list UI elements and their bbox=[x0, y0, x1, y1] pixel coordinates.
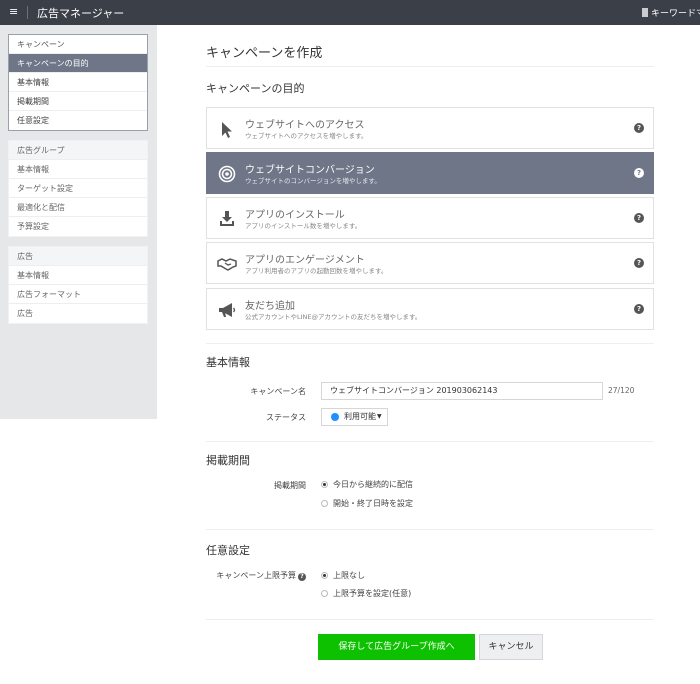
objective-title: ウェブサイトコンバージョン bbox=[245, 165, 375, 176]
document-icon bbox=[642, 8, 648, 17]
campaign-name-label: キャンペーン名 bbox=[250, 387, 306, 396]
help-icon[interactable]: ? bbox=[634, 168, 644, 178]
help-icon[interactable]: ? bbox=[634, 213, 644, 223]
budget-label-row: キャンペーン上限予算? bbox=[216, 570, 306, 581]
sidebar-item-ad-format[interactable]: 広告フォーマット bbox=[9, 285, 147, 304]
char-count: 27/120 bbox=[608, 386, 635, 395]
basic-info-heading: 基本情報 bbox=[206, 356, 250, 369]
period-option-continuous[interactable]: 今日から継続的に配信 bbox=[333, 479, 413, 490]
download-icon bbox=[217, 209, 237, 229]
campaign-name-input[interactable]: ウェブサイトコンバージョン 201903062143 bbox=[321, 382, 603, 400]
sidebar-group-adgroup: 広告グループ 基本情報 ターゲット設定 最適化と配信 予算設定 bbox=[8, 140, 148, 237]
objective-subtitle: アプリのインストール数を増やします。 bbox=[245, 222, 362, 230]
help-icon[interactable]: ? bbox=[634, 304, 644, 314]
objective-heading: キャンペーンの目的 bbox=[206, 82, 305, 95]
budget-option-unlimited[interactable]: 上限なし bbox=[333, 570, 365, 581]
objective-title: アプリのインストール bbox=[245, 210, 345, 221]
topbar-divider bbox=[27, 6, 28, 19]
objective-website-conversion[interactable]: ウェブサイトコンバージョン ウェブサイトのコンバージョンを増やします。 ? bbox=[206, 152, 654, 194]
divider bbox=[206, 66, 654, 67]
radio-budget-unlimited[interactable] bbox=[321, 572, 328, 579]
objective-subtitle: アプリ利用者のアプリの起動回数を増やします。 bbox=[245, 267, 388, 275]
keyword-tool-link[interactable]: キーワードマ bbox=[642, 6, 700, 19]
divider bbox=[206, 441, 654, 442]
sidebar-header-campaign[interactable]: キャンペーン bbox=[9, 35, 147, 54]
divider bbox=[206, 619, 654, 620]
help-icon[interactable]: ? bbox=[298, 573, 306, 581]
sidebar-item-campaign-basic[interactable]: 基本情報 bbox=[9, 73, 147, 92]
cancel-button[interactable]: キャンセル bbox=[479, 634, 543, 660]
period-heading: 掲載期間 bbox=[206, 454, 250, 467]
handshake-icon bbox=[217, 254, 237, 274]
sidebar-item-campaign-period[interactable]: 掲載期間 bbox=[9, 92, 147, 111]
sidebar-item-campaign-objective[interactable]: キャンペーンの目的 bbox=[9, 54, 147, 73]
save-and-create-adgroup-button[interactable]: 保存して広告グループ作成へ bbox=[318, 634, 475, 660]
budget-option-limit[interactable]: 上限予算を設定(任意) bbox=[333, 588, 411, 599]
hamburger-menu-icon[interactable]: ≡ bbox=[9, 5, 18, 18]
radio-period-range[interactable] bbox=[321, 500, 328, 507]
sidebar-group-campaign: キャンペーン キャンペーンの目的 基本情報 掲載期間 任意設定 bbox=[8, 34, 148, 131]
sidebar-item-ad[interactable]: 広告 bbox=[9, 304, 147, 323]
top-bar: ≡ 広告マネージャー キーワードマ bbox=[0, 0, 700, 25]
divider bbox=[206, 343, 654, 344]
sidebar-header-adgroup: 広告グループ bbox=[9, 141, 147, 160]
help-icon[interactable]: ? bbox=[634, 258, 644, 268]
status-label: ステータス bbox=[266, 413, 306, 422]
radio-period-continuous[interactable] bbox=[321, 481, 328, 488]
objective-title: 友だち追加 bbox=[245, 301, 295, 312]
objective-subtitle: ウェブサイトへのアクセスを増やします。 bbox=[245, 132, 368, 140]
objective-subtitle: 公式アカウントやLINE@アカウントの友だちを増やします。 bbox=[245, 313, 422, 321]
status-dot-icon bbox=[331, 413, 339, 421]
sidebar-header-ad: 広告 bbox=[9, 247, 147, 266]
period-option-range[interactable]: 開始・終了日時を設定 bbox=[333, 498, 413, 509]
sidebar-item-adgroup-optimization[interactable]: 最適化と配信 bbox=[9, 198, 147, 217]
budget-label: キャンペーン上限予算 bbox=[216, 571, 296, 580]
status-dropdown[interactable]: 利用可能 ▼ bbox=[321, 408, 388, 426]
optional-heading: 任意設定 bbox=[206, 544, 250, 557]
target-icon bbox=[217, 164, 237, 184]
sidebar-item-adgroup-budget[interactable]: 予算設定 bbox=[9, 217, 147, 236]
cursor-icon bbox=[217, 119, 237, 139]
megaphone-icon bbox=[217, 300, 237, 320]
objective-title: アプリのエンゲージメント bbox=[245, 255, 365, 266]
sidebar-item-ad-basic[interactable]: 基本情報 bbox=[9, 266, 147, 285]
radio-budget-limit[interactable] bbox=[321, 590, 328, 597]
sidebar-item-adgroup-target[interactable]: ターゲット設定 bbox=[9, 179, 147, 198]
objective-app-install[interactable]: アプリのインストール アプリのインストール数を増やします。 ? bbox=[206, 197, 654, 239]
divider bbox=[206, 529, 654, 530]
chevron-down-icon: ▼ bbox=[377, 413, 382, 420]
app-title: 広告マネージャー bbox=[37, 7, 125, 20]
sidebar-item-adgroup-basic[interactable]: 基本情報 bbox=[9, 160, 147, 179]
status-value: 利用可能 bbox=[344, 412, 376, 421]
main-content: キャンペーンを作成 キャンペーンの目的 ウェブサイトへのアクセス ウェブサイトへ… bbox=[157, 25, 700, 684]
objective-title: ウェブサイトへのアクセス bbox=[245, 120, 365, 131]
objective-website-access[interactable]: ウェブサイトへのアクセス ウェブサイトへのアクセスを増やします。 ? bbox=[206, 107, 654, 149]
page-title: キャンペーンを作成 bbox=[206, 46, 323, 61]
sidebar-item-campaign-optional[interactable]: 任意設定 bbox=[9, 111, 147, 130]
help-icon[interactable]: ? bbox=[634, 123, 644, 133]
period-label: 掲載期間 bbox=[274, 481, 306, 490]
keyword-tool-label: キーワードマ bbox=[651, 9, 700, 19]
sidebar-group-ad: 広告 基本情報 広告フォーマット 広告 bbox=[8, 246, 148, 324]
sidebar: キャンペーン キャンペーンの目的 基本情報 掲載期間 任意設定 広告グループ 基… bbox=[0, 25, 157, 419]
objective-subtitle: ウェブサイトのコンバージョンを増やします。 bbox=[245, 177, 381, 185]
objective-add-friends[interactable]: 友だち追加 公式アカウントやLINE@アカウントの友だちを増やします。 ? bbox=[206, 288, 654, 330]
objective-app-engagement[interactable]: アプリのエンゲージメント アプリ利用者のアプリの起動回数を増やします。 ? bbox=[206, 242, 654, 284]
